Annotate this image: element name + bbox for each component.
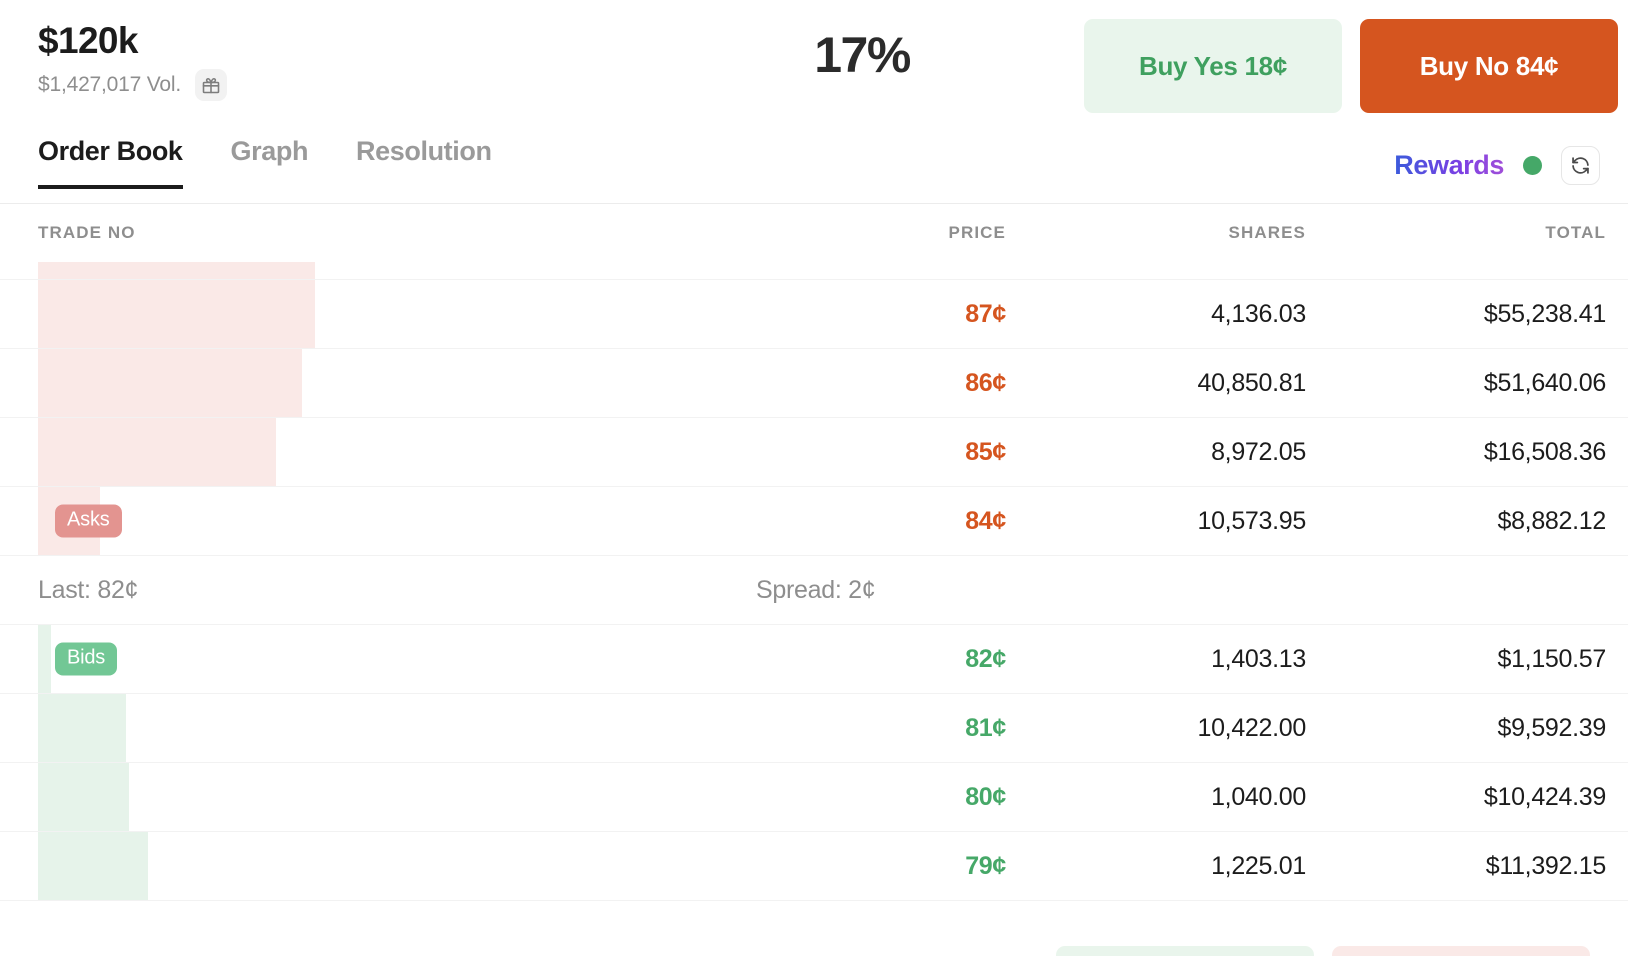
column-header-total: TOTAL (1306, 223, 1606, 243)
depth-bar (38, 418, 276, 486)
tab-bar: Order Book Graph Resolution Rewards (0, 124, 1628, 204)
spread-label: Spread: 2¢ (751, 576, 1628, 605)
table-row[interactable]: Asks 84¢ 10,573.95 $8,882.12 (0, 487, 1628, 556)
table-row[interactable]: 80¢ 1,040.00 $10,424.39 (0, 763, 1628, 832)
table-row[interactable]: 81¢ 10,422.00 $9,592.39 (0, 694, 1628, 763)
bid-shares: 1,225.01 (1006, 852, 1306, 881)
bid-total: $1,150.57 (1306, 645, 1606, 674)
market-header: $120k $1,427,017 Vol. 17% Buy Yes 18¢ (0, 0, 1628, 124)
market-price: $120k (38, 22, 227, 61)
bid-price: 80¢ (751, 783, 1006, 812)
bids-tag: Bids (55, 643, 117, 676)
market-stats: $120k $1,427,017 Vol. (38, 22, 227, 101)
tab-resolution[interactable]: Resolution (356, 136, 492, 189)
table-row[interactable]: Bids 82¢ 1,403.13 $1,150.57 (0, 625, 1628, 694)
ask-price: 84¢ (751, 507, 1006, 536)
depth-bar (38, 832, 148, 900)
table-row[interactable]: 87¢ 4,136.03 $55,238.41 (0, 280, 1628, 349)
ask-total: $51,640.06 (1306, 369, 1606, 398)
bid-price: 79¢ (751, 852, 1006, 881)
table-row[interactable]: 88¢ 1,000.00 $1,234.00 (0, 262, 1628, 280)
refresh-icon[interactable] (1561, 146, 1600, 185)
depth-bar (38, 280, 315, 348)
ask-total: $8,882.12 (1306, 507, 1606, 536)
column-header-shares: SHARES (1006, 223, 1306, 243)
tab-order-book[interactable]: Order Book (38, 136, 183, 189)
bottom-buy-no-button[interactable] (1332, 946, 1590, 956)
rewards-link[interactable]: Rewards (1394, 150, 1504, 181)
ask-shares: 4,136.03 (1006, 300, 1306, 329)
ask-shares: 10,573.95 (1006, 507, 1306, 536)
bid-shares: 1,403.13 (1006, 645, 1306, 674)
depth-bar (38, 262, 315, 279)
bottom-buy-yes-button[interactable] (1056, 946, 1314, 956)
table-row[interactable]: 79¢ 1,225.01 $11,392.15 (0, 832, 1628, 901)
market-volume: $1,427,017 Vol. (38, 73, 181, 97)
bid-price: 81¢ (751, 714, 1006, 743)
ask-total: $55,238.41 (1306, 300, 1606, 329)
probability-percent: 17% (814, 26, 910, 84)
buy-no-button[interactable]: Buy No 84¢ (1360, 19, 1618, 113)
depth-bar (38, 694, 126, 762)
spread-row: Last: 82¢ Spread: 2¢ (0, 556, 1628, 625)
table-row[interactable]: 86¢ 40,850.81 $51,640.06 (0, 349, 1628, 418)
depth-bar (38, 349, 302, 417)
order-book-page: $120k $1,427,017 Vol. 17% Buy Yes 18¢ (0, 0, 1628, 956)
last-price-label: Last: 82¢ (38, 576, 751, 605)
bid-total: $11,392.15 (1306, 852, 1606, 881)
ask-shares: 8,972.05 (1006, 438, 1306, 467)
table-column-headers: TRADE NO PRICE SHARES TOTAL (0, 204, 1628, 262)
order-book-table: 88¢ 1,000.00 $1,234.00 87¢ 4,136.03 $55,… (0, 262, 1628, 901)
depth-bar (38, 763, 129, 831)
status-indicator-dot (1523, 156, 1542, 175)
bid-total: $10,424.39 (1306, 783, 1606, 812)
ask-total: $16,508.36 (1306, 438, 1606, 467)
ask-price: 85¢ (751, 438, 1006, 467)
column-header-price: PRICE (751, 223, 1006, 243)
depth-bar (38, 625, 51, 693)
table-row[interactable]: 85¢ 8,972.05 $16,508.36 (0, 418, 1628, 487)
bid-shares: 1,040.00 (1006, 783, 1306, 812)
buy-yes-button[interactable]: Buy Yes 18¢ (1084, 19, 1342, 113)
ask-shares: 40,850.81 (1006, 369, 1306, 398)
tab-graph[interactable]: Graph (231, 136, 309, 189)
trade-buttons: Buy Yes 18¢ Buy No 84¢ (1084, 19, 1618, 113)
volume-row: $1,427,017 Vol. (38, 69, 227, 101)
bid-total: $9,592.39 (1306, 714, 1606, 743)
column-header-trade-no: TRADE NO (38, 223, 751, 243)
asks-tag: Asks (55, 505, 122, 538)
gift-icon[interactable] (195, 69, 227, 101)
ask-price: 87¢ (751, 300, 1006, 329)
tab-list: Order Book Graph Resolution (38, 124, 1590, 203)
tab-bar-actions: Rewards (1394, 146, 1600, 185)
bottom-action-buttons (0, 946, 1628, 956)
bid-price: 82¢ (751, 645, 1006, 674)
bid-shares: 10,422.00 (1006, 714, 1306, 743)
ask-price: 86¢ (751, 369, 1006, 398)
